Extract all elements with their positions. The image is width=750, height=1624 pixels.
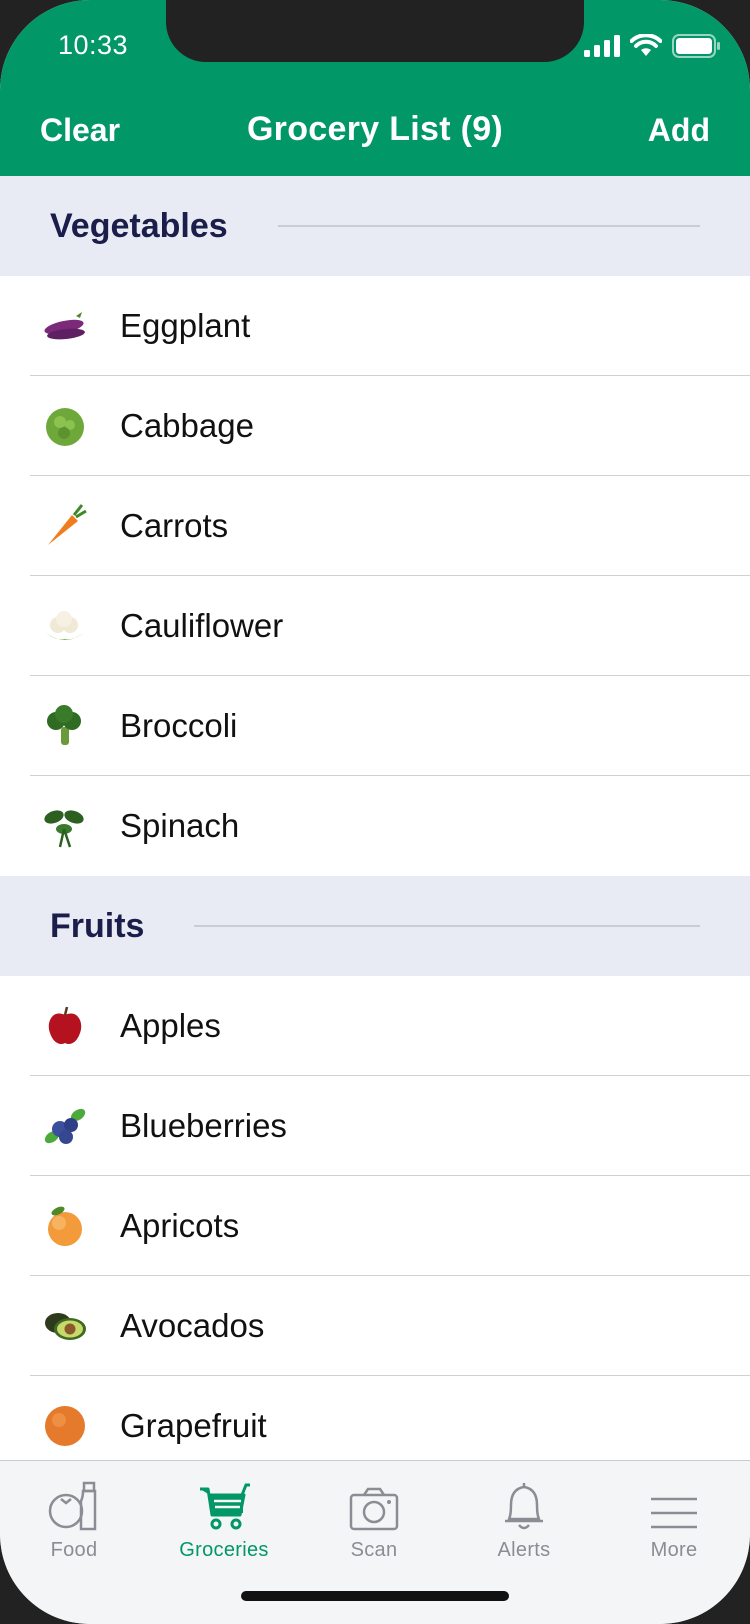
list-item[interactable]: Spinach: [0, 776, 750, 876]
item-label: Carrots: [120, 507, 229, 544]
list-item[interactable]: Apples: [0, 976, 750, 1076]
list-item[interactable]: Carrots: [0, 476, 750, 576]
tab-label: Groceries: [179, 1539, 269, 1561]
grapefruit-icon: [42, 1403, 88, 1449]
spinach-icon: [42, 803, 88, 849]
item-label: Cauliflower: [120, 607, 284, 644]
home-indicator[interactable]: [241, 1591, 509, 1601]
item-label: Blueberries: [120, 1107, 287, 1144]
section-divider: [277, 225, 700, 227]
eggplant-icon: [42, 303, 88, 349]
cart-icon: [164, 1475, 284, 1531]
page-title: Grocery List (9): [246, 110, 504, 148]
item-label: Apples: [120, 1007, 221, 1044]
tab-food[interactable]: Food: [14, 1475, 134, 1562]
apple-icon: [42, 1003, 88, 1049]
device-notch: [166, 0, 584, 62]
add-button[interactable]: Add: [648, 112, 710, 149]
nav-header: 10:33 Clear Grocery List (9) Add: [0, 0, 750, 176]
grocery-list[interactable]: Vegetables Eggplant Cabbage Carrots Caul…: [0, 176, 750, 1460]
wifi-icon: [630, 34, 662, 56]
list-item[interactable]: Blueberries: [0, 1076, 750, 1176]
section-header-vegetables: Vegetables: [0, 176, 750, 276]
phone-screen: 10:33 Clear Grocery List (9) Add Vegetab…: [0, 0, 750, 1624]
list-item[interactable]: Grapefruit: [0, 1376, 750, 1460]
tab-groceries[interactable]: Groceries: [164, 1475, 284, 1562]
list-item[interactable]: Cauliflower: [0, 576, 750, 676]
item-label: Eggplant: [120, 307, 251, 344]
item-label: Apricots: [120, 1207, 240, 1244]
tab-alerts[interactable]: Alerts: [464, 1475, 584, 1562]
section-title: Vegetables: [50, 206, 228, 245]
battery-icon: [672, 34, 720, 58]
avocado-icon: [42, 1303, 88, 1349]
blueberries-icon: [42, 1103, 88, 1149]
list-item[interactable]: Apricots: [0, 1176, 750, 1276]
tab-more[interactable]: More: [614, 1475, 734, 1562]
status-time: 10:33: [58, 30, 129, 60]
item-label: Broccoli: [120, 707, 238, 744]
section-divider: [194, 925, 700, 927]
cauliflower-icon: [42, 603, 88, 649]
apricot-icon: [42, 1203, 88, 1249]
bell-icon: [464, 1475, 584, 1531]
list-item[interactable]: Avocados: [0, 1276, 750, 1376]
item-label: Spinach: [120, 807, 240, 844]
tab-label: Alerts: [497, 1539, 551, 1561]
tab-label: Food: [50, 1539, 98, 1561]
camera-icon: [314, 1475, 434, 1531]
broccoli-icon: [42, 703, 88, 749]
section-title: Fruits: [50, 906, 145, 945]
item-label: Avocados: [120, 1307, 265, 1344]
menu-icon: [614, 1475, 734, 1531]
tab-label: More: [650, 1539, 698, 1561]
item-label: Cabbage: [120, 407, 254, 444]
list-item[interactable]: Broccoli: [0, 676, 750, 776]
signal-icon: [584, 35, 620, 57]
food-icon: [14, 1475, 134, 1531]
item-label: Grapefruit: [120, 1407, 267, 1444]
tab-scan[interactable]: Scan: [314, 1475, 434, 1562]
section-header-fruits: Fruits: [0, 876, 750, 976]
tab-label: Scan: [350, 1539, 398, 1561]
list-item[interactable]: Cabbage: [0, 376, 750, 476]
cabbage-icon: [42, 403, 88, 449]
carrot-icon: [42, 503, 88, 549]
status-icons: [584, 33, 720, 59]
list-item[interactable]: Eggplant: [0, 276, 750, 376]
